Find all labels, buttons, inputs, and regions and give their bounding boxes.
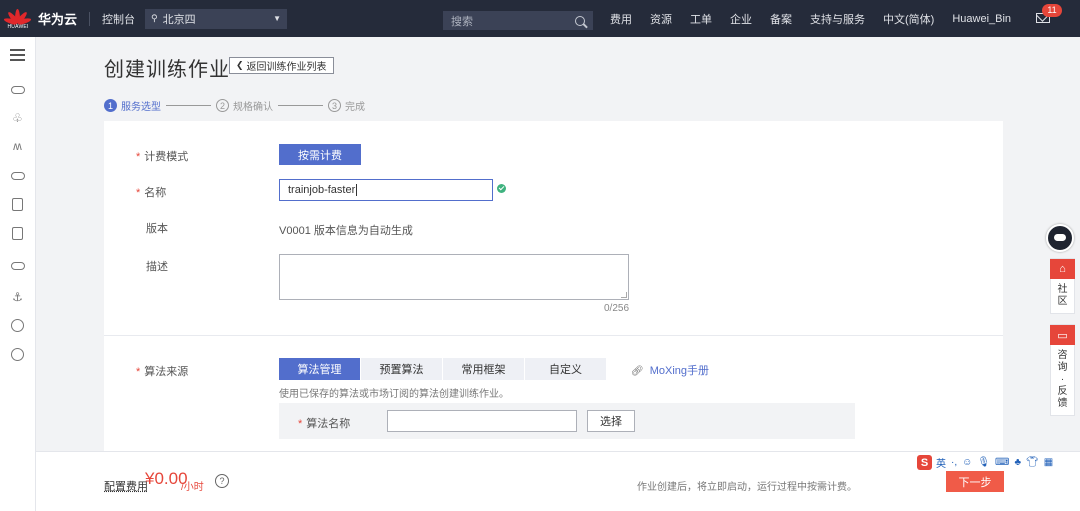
tab-common-framework[interactable]: 常用框架: [443, 358, 524, 380]
emoji-icon[interactable]: ☺: [962, 457, 972, 468]
feedback-label: 咨询·反馈: [1057, 350, 1068, 409]
help-icon[interactable]: ?: [215, 474, 229, 488]
shirt-icon[interactable]: 👕︎: [1026, 457, 1039, 468]
moxing-manual-link[interactable]: 🔗︎ MoXing手册: [631, 362, 709, 378]
ip-icon[interactable]: [10, 347, 25, 362]
skin-icon[interactable]: ♣: [1014, 457, 1021, 468]
ime-language[interactable]: 英: [936, 455, 946, 470]
menu-icon[interactable]: [10, 49, 25, 61]
huawei-flower-icon: [3, 7, 32, 26]
keyboard-icon[interactable]: ⌨: [995, 457, 1009, 468]
back-to-job-list-button[interactable]: ❮ 返回训练作业列表: [229, 57, 334, 74]
chat-icon: ▭: [1050, 325, 1075, 345]
mail-count-badge: 11: [1042, 4, 1062, 17]
search-icon[interactable]: [575, 15, 585, 26]
name-label: * 名称: [136, 187, 167, 199]
config-fee-label[interactable]: 配置费用: [104, 478, 148, 494]
job-name-input[interactable]: trainjob-faster: [279, 179, 493, 201]
nav-fees[interactable]: 费用: [610, 11, 632, 27]
nav-username[interactable]: Huawei_Bin: [952, 13, 1011, 25]
next-step-button[interactable]: 下一步: [946, 471, 1004, 492]
cluster-icon[interactable]: ♧: [10, 110, 25, 125]
select-algorithm-button[interactable]: 选择: [587, 410, 635, 432]
step-3-number: 3: [328, 99, 341, 112]
step-2-label: 规格确认: [233, 102, 273, 113]
config-fee-unit: /小时: [181, 482, 204, 493]
global-search-input[interactable]: 搜索: [443, 11, 593, 30]
microphone-icon[interactable]: 🎙︎: [977, 457, 990, 468]
nav-tickets[interactable]: 工单: [690, 11, 712, 27]
description-textarea[interactable]: [279, 254, 629, 300]
chevron-left-icon: ❮: [236, 60, 244, 70]
resize-handle-icon[interactable]: [621, 292, 627, 298]
community-float-button[interactable]: ⌂ 社区: [1050, 258, 1075, 314]
nav-language[interactable]: 中文(简体): [883, 11, 934, 27]
cloud-icon[interactable]: [10, 257, 25, 272]
console-link[interactable]: 控制台: [102, 11, 135, 27]
nav-enterprise[interactable]: 企业: [730, 11, 752, 27]
algorithm-name-label: * 算法名称: [298, 418, 351, 430]
nav-support[interactable]: 支持与服务: [810, 11, 865, 27]
punctuation-icon[interactable]: ·,: [951, 457, 957, 468]
job-name-value: trainjob-faster: [288, 184, 356, 196]
version-label: 版本: [146, 223, 168, 235]
algorithm-source-label: * 算法来源: [136, 366, 189, 378]
anchor-icon[interactable]: ⚓: [10, 289, 25, 304]
valid-check-icon: [497, 184, 506, 193]
description-char-counter: 0/256: [604, 303, 630, 314]
algorithm-source-tabs: 算法管理 预置算法 常用框架 自定义: [279, 358, 607, 380]
step-2-number: 2: [216, 99, 229, 112]
billing-on-demand-button[interactable]: 按需计费: [279, 144, 361, 165]
tab-custom[interactable]: 自定义: [525, 358, 606, 380]
left-sidebar: ♧ ʍ ⚓: [0, 37, 36, 511]
sogou-logo-icon: S: [917, 455, 932, 470]
grid-icon[interactable]: ▦: [1044, 457, 1053, 468]
step-3-label: 完成: [345, 102, 365, 113]
version-value: V0001 版本信息为自动生成: [279, 225, 413, 237]
globe-icon[interactable]: [10, 318, 25, 333]
region-selector[interactable]: ⚲ 北京四 ▼: [145, 8, 288, 29]
billing-mode-label: * 计费模式: [136, 151, 189, 163]
region-name: 北京四: [162, 13, 196, 26]
caret-down-icon: ▼: [273, 14, 282, 23]
description-label: 描述: [146, 261, 168, 273]
logo-caption: HUAWEI: [7, 24, 29, 30]
link-icon: 🔗︎: [631, 366, 644, 377]
page-title: 创建训练作业: [104, 59, 230, 81]
step-indicator: 1 服务选型 2 规格确认 3 完成: [104, 98, 365, 113]
ime-toolbar[interactable]: S 英 ·, ☺ 🎙︎ ⌨ ♣ 👕︎ ▦: [917, 455, 1059, 470]
brand-name[interactable]: 华为云: [38, 9, 77, 28]
community-label: 社区: [1057, 284, 1068, 307]
database-icon[interactable]: [10, 226, 25, 241]
algorithm-name-input[interactable]: [387, 410, 577, 432]
top-nav-links: 费用 资源 工单 企业 备案 支持与服务 中文(简体) Huawei_Bin: [610, 0, 1029, 37]
tab-algorithm-management[interactable]: 算法管理: [279, 358, 360, 380]
tab-preset-algorithm[interactable]: 预置算法: [361, 358, 442, 380]
divider: [89, 11, 91, 26]
step-1-label: 服务选型: [121, 102, 161, 113]
nav-filing[interactable]: 备案: [770, 11, 792, 27]
step-1-number: 1: [104, 99, 117, 112]
location-pin-icon: ⚲: [151, 13, 158, 23]
nav-resources[interactable]: 资源: [650, 11, 672, 27]
server-icon[interactable]: [10, 197, 25, 212]
text-cursor: [356, 184, 358, 196]
billing-hint: 作业创建后，将立即启动，运行过程中按需计费。: [637, 482, 857, 493]
huawei-logo[interactable]: HUAWEI: [0, 0, 36, 37]
cloud-service-icon[interactable]: [10, 81, 25, 96]
feedback-float-button[interactable]: ▭ 咨询·反馈: [1050, 324, 1075, 416]
storage-icon[interactable]: [10, 167, 25, 182]
section-divider: [104, 335, 1003, 336]
moxing-link-text: MoXing手册: [649, 365, 709, 377]
network-icon[interactable]: ʍ: [10, 138, 25, 153]
search-placeholder: 搜索: [451, 15, 473, 28]
algorithm-hint: 使用已保存的算法或市场订阅的算法创建训练作业。: [279, 389, 509, 400]
back-button-label: 返回训练作业列表: [246, 62, 327, 73]
community-icon: ⌂: [1050, 259, 1075, 279]
step-connector: [166, 105, 211, 106]
assistant-robot-icon[interactable]: [1046, 224, 1074, 252]
step-connector: [278, 105, 323, 106]
